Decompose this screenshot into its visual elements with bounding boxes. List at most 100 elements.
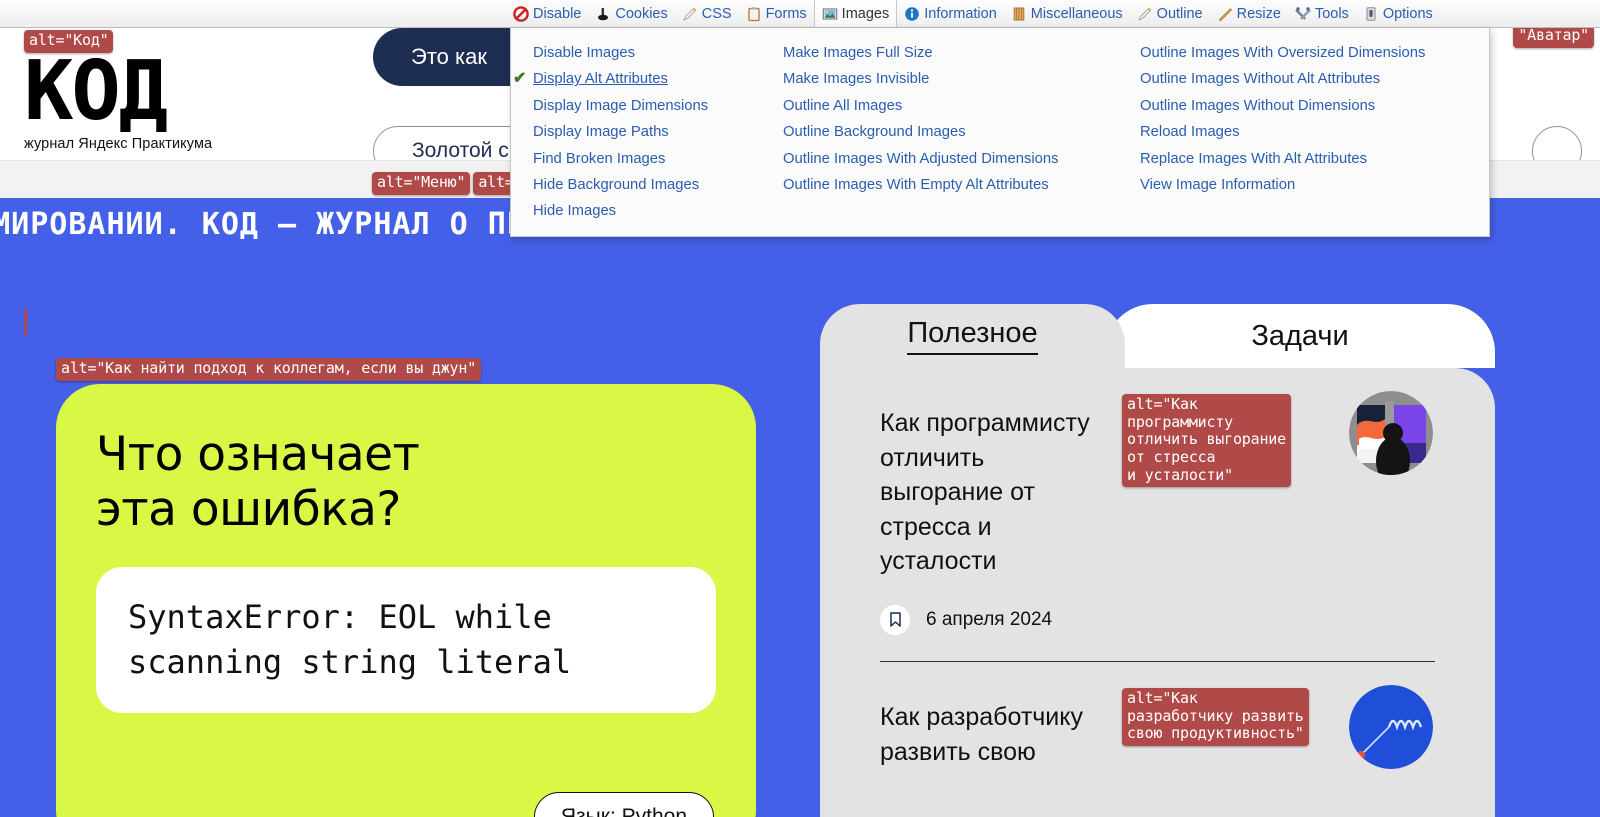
menu-item-replace-images-with-alt-attributes[interactable]: Replace Images With Alt Attributes [1138, 146, 1488, 172]
toolbar-item-options-label: Options [1382, 5, 1433, 22]
options-icon [1363, 6, 1379, 22]
article-thumbnail-1 [1349, 391, 1433, 475]
tab-zadachi-label: Задачи [1251, 319, 1349, 352]
menu-item-outline-images-without-alt-attributes[interactable]: Outline Images Without Alt Attributes [1138, 66, 1488, 92]
menu-item-hide-images[interactable]: Hide Images [533, 198, 781, 224]
menu-item-outline-images-with-empty-alt-attributes[interactable]: Outline Images With Empty Alt Attributes [781, 172, 1138, 198]
alt-attribute-article-2: alt="Как разработчику развить свою проду… [1122, 688, 1309, 747]
toolbar-item-disable[interactable]: Disable [506, 0, 588, 27]
alt-attribute-avatar-wrap: "Аватар" [1513, 25, 1594, 48]
alt-attribute-article-2-wrap: alt="Как разработчику развить свою проду… [1122, 688, 1309, 747]
tab-poleznoe-label: Полезное [907, 317, 1038, 355]
toolbar-item-cookies-label: Cookies [615, 5, 668, 22]
code-snippet-box: SyntaxError: EOL while scanning string l… [96, 567, 716, 713]
tab-bar: Задачи Полезное [820, 292, 1495, 368]
alt-attribute-menu: alt="Меню" [372, 172, 471, 195]
checkmark-icon: ✔ [513, 70, 527, 88]
tab-poleznoe[interactable]: Полезное [820, 304, 1125, 368]
alt-attribute-avatar: "Аватар" [1513, 25, 1594, 48]
header-primary-button-label: Это как [411, 44, 487, 69]
miscellaneous-icon [1011, 6, 1027, 22]
tab-zadachi[interactable]: Задачи [1105, 304, 1495, 368]
menu-item-make-images-full-size[interactable]: Make Images Full Size [781, 40, 1138, 66]
menu-item-outline-images-with-adjusted-dimensions[interactable]: Outline Images With Adjusted Dimensions [781, 146, 1138, 172]
toolbar-item-miscellaneous[interactable]: Miscellaneous [1004, 0, 1130, 27]
information-icon [904, 6, 920, 22]
toolbar-item-options[interactable]: Options [1356, 0, 1440, 27]
toolbar-item-information-label: Information [924, 5, 997, 22]
featured-card[interactable]: Что означает эта ошибка? SyntaxError: EO… [56, 384, 756, 817]
article-item-2[interactable]: Как разработчику развить свою alt="Как р… [820, 662, 1495, 769]
right-column: Задачи Полезное Как программисту отличит… [820, 292, 1495, 817]
menu-item-find-broken-images[interactable]: Find Broken Images [533, 146, 781, 172]
article-item-1[interactable]: Как программисту отличить выгорание от с… [820, 368, 1495, 635]
alt-attribute-left-card-wrap: alt="Как найти подход к коллегам, если в… [56, 358, 482, 381]
alt-attribute-article-1-wrap: alt="Как программисту отличить выгорание… [1122, 394, 1291, 488]
article-date: 6 апреля 2024 [926, 608, 1053, 630]
menu-item-view-image-information[interactable]: View Image Information [1138, 172, 1488, 198]
menu-item-display-alt-attributes-label: Display Alt Attributes [533, 71, 668, 88]
language-pill-label: Язык: Python [560, 805, 687, 817]
menu-item-outline-images-without-dimensions[interactable]: Outline Images Without Dimensions [1138, 93, 1488, 119]
alt-attribute-menu-row: alt="Меню" alt= [372, 172, 519, 195]
toolbar-item-disable-label: Disable [533, 5, 582, 22]
language-pill[interactable]: Язык: Python [533, 792, 714, 817]
toolbar-item-information[interactable]: Information [897, 0, 1004, 27]
toolbar-item-images[interactable]: Images [813, 0, 898, 27]
toolbar-item-cookies[interactable]: Cookies [588, 0, 674, 27]
menu-item-display-image-paths[interactable]: Display Image Paths [533, 119, 781, 145]
featured-card-title: Что означает эта ошибка? [96, 427, 716, 537]
css-icon [682, 6, 698, 22]
menu-item-outline-images-with-oversized-dimensions[interactable]: Outline Images With Oversized Dimensions [1138, 40, 1488, 66]
red-tick-marker [24, 309, 27, 335]
article-title: Как разработчику развить свою [880, 703, 1083, 766]
disable-icon [513, 5, 529, 22]
toolbar-item-tools[interactable]: Tools [1288, 0, 1356, 27]
left-column: alt="Как найти подход к коллегам, если в… [0, 250, 800, 817]
tools-icon [1295, 6, 1311, 22]
images-icon [822, 6, 838, 22]
toolbar-item-outline-label: Outline [1156, 5, 1203, 22]
menu-item-reload-images[interactable]: Reload Images [1138, 119, 1488, 145]
toolbar-item-resize-label: Resize [1236, 5, 1281, 22]
logo-subtitle: журнал Яндекс Практикума [24, 136, 213, 153]
code-line-1: SyntaxError: EOL while [128, 598, 552, 637]
toolbar-item-tools-label: Tools [1314, 5, 1349, 22]
alt-attribute-article-1: alt="Как программисту отличить выгорание… [1122, 394, 1291, 488]
toolbar-item-miscellaneous-label: Miscellaneous [1030, 5, 1123, 22]
screen-root: alt="Код" КОД журнал Яндекс Практикума Э… [0, 0, 1600, 817]
toolbar-item-outline[interactable]: Outline [1130, 0, 1210, 27]
menu-column-3: Outline Images With Oversized Dimensions… [1138, 40, 1488, 236]
menu-item-make-images-invisible[interactable]: Make Images Invisible [781, 66, 1138, 92]
articles-panel: Как программисту отличить выгорание от с… [820, 368, 1495, 817]
article-meta: 6 апреля 2024 [880, 604, 1495, 635]
menu-item-disable-images[interactable]: Disable Images [533, 40, 781, 66]
site-logo[interactable]: alt="Код" КОД журнал Яндекс Практикума [24, 30, 212, 152]
cookies-icon [595, 6, 611, 22]
menu-item-hide-background-images[interactable]: Hide Background Images [533, 172, 781, 198]
menu-item-display-image-dimensions[interactable]: Display Image Dimensions [533, 93, 781, 119]
menu-column-2: Make Images Full Size Make Images Invisi… [781, 40, 1138, 236]
web-developer-toolbar: Disable Cookies CSS Forms Images Informa… [0, 0, 1600, 237]
toolbar-item-forms-label: Forms [765, 5, 807, 22]
featured-card-title-line-2: эта ошибка? [96, 481, 401, 537]
forms-icon [746, 6, 762, 22]
bookmark-icon[interactable] [880, 604, 910, 635]
toolbar-item-css[interactable]: CSS [675, 0, 739, 27]
logo-wordmark: КОД [24, 43, 168, 139]
toolbar-item-resize[interactable]: Resize [1210, 0, 1288, 27]
article-thumbnail-2 [1349, 685, 1433, 769]
menu-item-outline-all-images[interactable]: Outline All Images [781, 93, 1138, 119]
toolbar-item-css-label: CSS [701, 5, 732, 22]
code-line-2: scanning string literal [128, 642, 572, 681]
article-title: Как программисту отличить выгорание от с… [880, 409, 1090, 575]
outline-icon [1137, 6, 1153, 22]
resize-icon [1217, 6, 1233, 22]
toolbar-item-forms[interactable]: Forms [739, 0, 814, 27]
menu-item-display-alt-attributes[interactable]: ✔ Display Alt Attributes [513, 66, 781, 92]
devtools-menu-bar: Disable Cookies CSS Forms Images Informa… [0, 0, 1600, 28]
menu-item-outline-background-images[interactable]: Outline Background Images [781, 119, 1138, 145]
images-dropdown-menu: Disable Images ✔ Display Alt Attributes … [510, 28, 1490, 237]
alt-attribute-left-card: alt="Как найти подход к коллегам, если в… [56, 358, 482, 381]
toolbar-item-images-label: Images [841, 5, 890, 22]
